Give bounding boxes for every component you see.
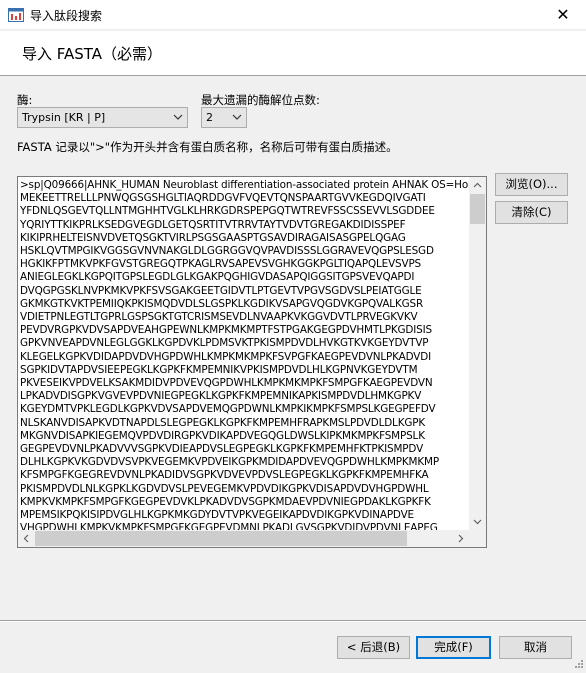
title-bar: 导入肽段搜索 ✕	[0, 0, 586, 30]
missed-cleavages-select[interactable]: 2	[201, 107, 247, 128]
enzyme-select[interactable]: Trypsin [KR | P]	[17, 107, 188, 128]
horizontal-scrollbar[interactable]	[18, 530, 469, 547]
resize-grip-icon[interactable]	[572, 659, 584, 671]
vertical-scroll-thumb[interactable]	[470, 194, 485, 224]
missed-cleavages-label: 最大遗漏的酶解位点数:	[201, 93, 320, 107]
app-icon	[8, 8, 24, 22]
window-title: 导入肽段搜索	[30, 9, 103, 23]
scrollbar-corner	[469, 530, 486, 547]
back-button[interactable]: < 后退(B)	[337, 636, 410, 659]
close-button[interactable]: ✕	[540, 0, 586, 30]
fasta-textarea[interactable]: >sp|Q09666|AHNK_HUMAN Neuroblast differe…	[17, 176, 487, 548]
enzyme-value: Trypsin [KR | P]	[22, 111, 106, 124]
horizontal-scroll-thumb[interactable]	[35, 531, 407, 546]
scroll-left-icon[interactable]	[18, 530, 35, 547]
cancel-button[interactable]: 取消	[499, 636, 572, 659]
missed-cleavages-value: 2	[206, 111, 213, 124]
fasta-text[interactable]: >sp|Q09666|AHNK_HUMAN Neuroblast differe…	[20, 179, 469, 531]
page-header: 导入 FASTA（必需）	[0, 31, 586, 76]
fasta-instruction: FASTA 记录以">"作为开头并含有蛋白质名称，名称后可带有蛋白质描述。	[17, 140, 398, 154]
browse-button[interactable]: 浏览(O)...	[495, 173, 568, 196]
enzyme-label: 酶:	[17, 93, 33, 107]
close-icon: ✕	[556, 5, 570, 24]
chevron-down-icon	[232, 114, 242, 120]
footer-separator	[0, 620, 586, 622]
scroll-up-icon[interactable]	[469, 177, 486, 194]
scroll-down-icon[interactable]	[469, 513, 486, 530]
chevron-down-icon	[173, 114, 183, 120]
vertical-scrollbar[interactable]	[469, 177, 486, 530]
clear-button[interactable]: 清除(C)	[495, 201, 568, 224]
page-heading: 导入 FASTA（必需）	[22, 45, 163, 63]
scroll-right-icon[interactable]	[452, 530, 469, 547]
finish-button[interactable]: 完成(F)	[416, 636, 491, 659]
